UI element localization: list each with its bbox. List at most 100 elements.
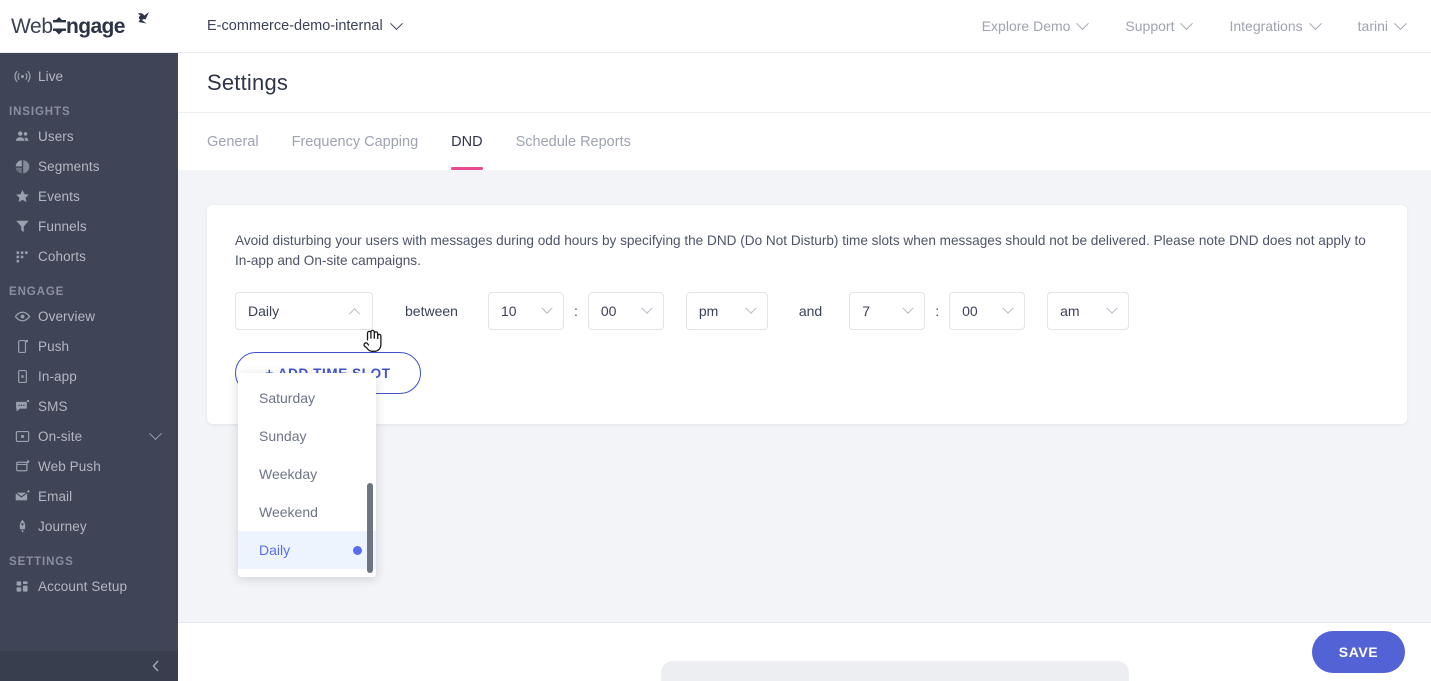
sidebar-item-live[interactable]: Live [0,61,178,91]
topnav-item-integrations[interactable]: Integrations [1229,16,1322,34]
sidebar-item-sms[interactable]: SMS [0,391,178,421]
end-meridiem-select[interactable]: am [1047,292,1130,331]
tab-general[interactable]: General [207,113,259,170]
topnav-label: Support [1125,18,1175,34]
topnav-label: Integrations [1229,18,1303,34]
sidebar-item-label: Web Push [38,458,101,474]
sidebar-item-label: Funnels [38,218,87,234]
footer-bar: SAVE [178,622,1431,681]
main-content: Settings General Frequency Capping DND S… [178,53,1431,681]
tab-label: DND [451,133,483,150]
dropdown-scrollbar[interactable] [367,483,373,573]
dropdown-option-sunday[interactable]: Sunday [238,417,376,455]
sidebar-item-label: Cohorts [38,248,86,264]
chevron-down-icon [541,302,553,315]
chevron-down-icon [641,302,653,315]
sidebar-item-label: Journey [38,518,87,534]
end-time-colon: : [935,303,940,320]
dropdown-option-label: Weekday [259,466,318,482]
tab-schedule-reports[interactable]: Schedule Reports [516,113,631,170]
dropdown-option-label: Daily [259,542,291,558]
project-name: E-commerce-demo-internal [207,18,383,34]
save-button[interactable]: SAVE [1312,631,1405,673]
start-minute-select[interactable]: 00 [587,292,664,331]
dropdown-option-daily[interactable]: Daily [238,531,376,569]
web-push-icon [8,458,36,475]
sidebar-item-journey[interactable]: Journey [0,511,178,541]
sidebar-item-email[interactable]: Email [0,481,178,511]
sidebar-item-segments[interactable]: Segments [0,151,178,181]
sidebar-item-account-setup[interactable]: Account Setup [0,571,178,601]
chevron-left-icon [152,660,159,672]
topnav-item-explore-demo[interactable]: Explore Demo [981,16,1090,34]
sidebar-item-funnels[interactable]: Funnels [0,211,178,241]
end-minute-select[interactable]: 00 [949,292,1026,331]
sidebar-item-events[interactable]: Events [0,181,178,211]
sidebar-item-label: Email [38,488,73,504]
sidebar-item-label: In-app [38,368,77,384]
start-meridiem-value: pm [698,303,719,320]
sms-bubble-icon [8,398,36,415]
topnav-label: Explore Demo [981,18,1071,34]
dropdown-option-label: Saturday [259,390,316,406]
on-site-icon [8,428,36,445]
chat-widget-placeholder[interactable] [661,661,1129,681]
eye-icon [8,308,36,325]
grid-dots-icon [8,248,36,265]
end-hour-value: 7 [862,303,870,320]
sidebar-item-label: Segments [38,158,100,174]
dropdown-option-weekend[interactable]: Weekend [238,493,376,531]
sidebar-group-engage: ENGAGE [9,286,65,298]
topnav-item-user-menu[interactable]: tarini [1358,16,1407,34]
project-selector[interactable]: E-commerce-demo-internal [207,16,403,34]
email-icon [8,488,36,505]
selected-indicator-icon [353,545,362,555]
chevron-down-icon [1180,16,1194,30]
end-minute-value: 00 [962,303,978,320]
top-nav: Explore Demo Support Integrations tarini [981,16,1407,34]
funnel-icon [8,218,36,235]
sidebar-item-label: Live [38,68,64,84]
webengage-logo[interactable]: Web ngage [0,0,178,53]
sidebar-item-label: Push [38,338,70,354]
chevron-down-icon [1308,16,1322,30]
sidebar-item-users[interactable]: Users [0,121,178,151]
chevron-down-icon [1394,16,1407,30]
chevron-down-icon [389,16,403,30]
dropdown-option-weekday[interactable]: Weekday [238,455,376,493]
chevron-down-icon [1106,302,1118,315]
start-hour-value: 10 [500,303,517,320]
live-broadcast-icon [8,68,36,85]
day-select-value: Daily [248,303,280,320]
start-meridiem-select[interactable]: pm [685,292,768,331]
dropdown-option-saturday[interactable]: Saturday [238,379,376,417]
mobile-push-icon [8,338,36,355]
tab-label: General [207,133,259,150]
sidebar-item-push[interactable]: Push [0,331,178,361]
sidebar-item-in-app[interactable]: In-app [0,361,178,391]
sidebar-item-web-push[interactable]: Web Push [0,451,178,481]
and-label: and [798,303,823,320]
sidebar-item-on-site[interactable]: On-site [0,421,178,451]
tab-frequency-capping[interactable]: Frequency Capping [292,113,419,170]
sidebar-item-label: On-site [38,428,83,444]
sidebar: Live INSIGHTS Users Segments Events Funn… [0,53,178,681]
settings-tabbar: General Frequency Capping DND Schedule R… [178,112,1431,170]
top-bar: Web ngage E-commerce-demo-internal Explo… [0,0,1431,53]
day-select[interactable]: Daily [235,292,373,331]
sidebar-item-cohorts[interactable]: Cohorts [0,241,178,271]
chevron-up-icon [348,308,361,320]
chevron-down-icon[interactable] [149,426,162,440]
end-hour-select[interactable]: 7 [849,292,926,331]
sidebar-item-overview[interactable]: Overview [0,301,178,331]
sidebar-collapse-button[interactable] [0,651,178,681]
tab-label: Frequency Capping [291,133,419,150]
in-app-icon [8,368,36,385]
dropdown-option-label: Sunday [259,428,307,444]
users-icon [8,128,36,145]
start-hour-select[interactable]: 10 [487,292,564,331]
chevron-down-icon [745,302,757,315]
tab-dnd[interactable]: DND [451,113,484,170]
dropdown-option-label: Weekend [259,504,318,520]
topnav-item-support[interactable]: Support [1125,16,1194,34]
